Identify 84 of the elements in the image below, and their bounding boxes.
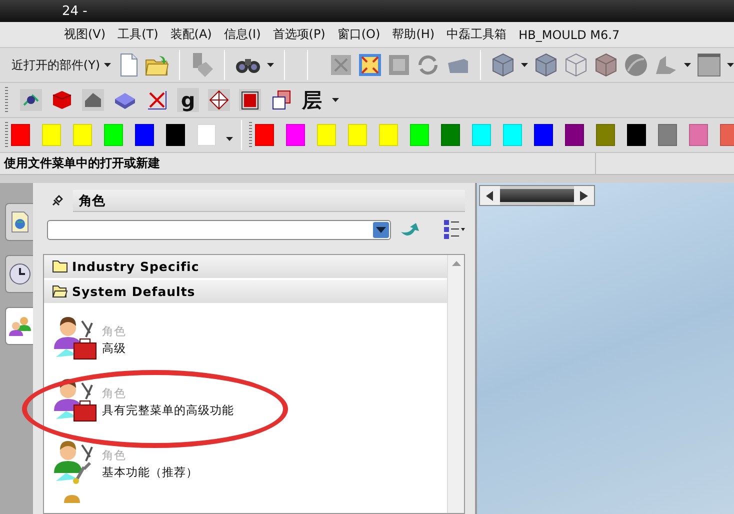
wireframe-cube-icon[interactable] xyxy=(564,53,588,77)
side-tab[interactable] xyxy=(5,255,33,293)
bracket-shape-icon[interactable] xyxy=(654,54,678,76)
category-row[interactable]: Industry Specific xyxy=(44,255,447,280)
cross-axes-icon[interactable] xyxy=(146,89,168,111)
menu-item[interactable]: HB_MOULD M6.7 xyxy=(512,28,626,42)
users-icon xyxy=(8,315,32,337)
color-swatch[interactable] xyxy=(410,124,429,146)
color-swatch[interactable] xyxy=(596,124,615,146)
color-swatch[interactable] xyxy=(73,124,92,146)
folder-icon xyxy=(52,260,68,273)
open-folder-icon xyxy=(52,285,68,298)
scroll-up-icon[interactable] xyxy=(452,261,460,266)
clock-icon xyxy=(8,263,30,285)
color-swatch[interactable] xyxy=(441,124,460,146)
color-swatch[interactable] xyxy=(255,124,274,146)
color-swatch[interactable] xyxy=(658,124,677,146)
role-item[interactable]: 角色 基本功能（推荐） xyxy=(44,433,447,495)
menu-item[interactable]: 帮助(H) xyxy=(386,26,441,43)
status-message: 使用文件菜单中的打开或新建 xyxy=(0,153,596,174)
caret-icon xyxy=(104,63,112,67)
color-swatch[interactable] xyxy=(689,124,708,146)
caret-icon[interactable] xyxy=(521,63,528,67)
caret-icon[interactable] xyxy=(684,63,692,67)
color-swatch[interactable] xyxy=(317,124,336,146)
color-swatch[interactable] xyxy=(11,124,30,146)
info-icon[interactable] xyxy=(190,52,214,78)
left-arrow-icon[interactable] xyxy=(486,190,494,200)
color-swatch[interactable] xyxy=(104,124,123,146)
color-swatch[interactable] xyxy=(720,124,734,146)
rotate-icon[interactable] xyxy=(416,53,440,77)
role-combo-box[interactable] xyxy=(47,220,391,240)
color-swatch[interactable] xyxy=(627,124,646,146)
glyph-button[interactable]: g xyxy=(177,88,199,112)
color-swatch[interactable] xyxy=(503,124,522,146)
color-swatch[interactable] xyxy=(166,124,185,146)
color-swatch[interactable] xyxy=(534,124,553,146)
framed-box-icon[interactable] xyxy=(239,89,261,111)
category-row[interactable]: System Defaults xyxy=(44,280,447,305)
menu-item[interactable]: 视图(V) xyxy=(58,26,112,43)
page-icon[interactable] xyxy=(119,53,140,77)
menu-item[interactable]: 装配(A) xyxy=(164,26,218,43)
stacked-boxes-icon[interactable] xyxy=(270,89,292,111)
zoom-fit-icon[interactable] xyxy=(358,53,382,77)
diamond-pattern-icon[interactable] xyxy=(208,89,230,111)
color-swatch[interactable] xyxy=(379,124,398,146)
menu-item[interactable]: 首选项(P) xyxy=(266,26,332,43)
role-item[interactable]: 角色 高级 xyxy=(44,309,447,371)
list-view-icon[interactable] xyxy=(443,219,465,241)
window-title: 24 - xyxy=(62,4,88,18)
cube-icon[interactable] xyxy=(534,53,558,77)
menu-item[interactable]: 工具(T) xyxy=(112,26,164,43)
color-swatch[interactable] xyxy=(472,124,491,146)
menu-item[interactable]: 信息(I) xyxy=(218,26,267,43)
caret-icon[interactable] xyxy=(332,98,339,102)
recent-parts-dropdown[interactable]: 近打开的部件(Y) xyxy=(9,56,114,74)
person-head-icon xyxy=(62,495,82,503)
solid-cube-icon[interactable] xyxy=(51,89,73,111)
color-swatch[interactable] xyxy=(135,124,154,146)
color-swatch[interactable] xyxy=(348,124,367,146)
horizontal-scrollbar[interactable] xyxy=(479,185,595,206)
sphere-icon[interactable] xyxy=(624,53,648,77)
color-swatch[interactable] xyxy=(42,124,61,146)
cube-icon[interactable] xyxy=(491,53,516,77)
return-arrow-icon[interactable] xyxy=(399,222,421,238)
fit-icon[interactable] xyxy=(330,54,352,76)
color-swatch[interactable] xyxy=(565,124,584,146)
color-swatch[interactable] xyxy=(197,124,216,146)
role-item[interactable]: 角色 具有完整菜单的高级功能 xyxy=(44,371,447,433)
right-arrow-icon[interactable] xyxy=(580,190,588,200)
caret-icon[interactable] xyxy=(727,63,734,67)
folder-icon[interactable] xyxy=(145,54,170,76)
menu-item[interactable]: 中磊工具箱 xyxy=(440,26,513,43)
document-globe-icon xyxy=(10,211,28,233)
caret-icon[interactable] xyxy=(267,63,274,67)
menu-item[interactable]: 窗口(O) xyxy=(331,26,386,43)
zoom-icon[interactable] xyxy=(388,54,410,76)
panel-title: 角色 xyxy=(73,190,465,212)
view-square-icon[interactable] xyxy=(697,53,722,77)
pin-icon[interactable] xyxy=(51,195,63,207)
color-swatch[interactable] xyxy=(286,124,305,146)
caret-icon[interactable] xyxy=(226,137,233,141)
cube-icon[interactable] xyxy=(594,53,618,77)
glyph-button[interactable]: 层 xyxy=(301,88,323,112)
